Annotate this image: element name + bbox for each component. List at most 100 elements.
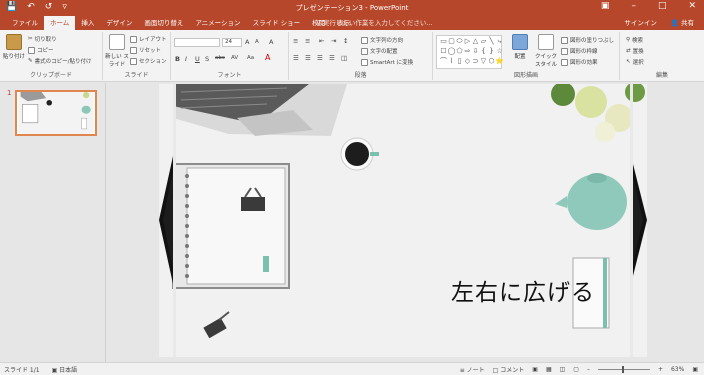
zoom-out-button[interactable]: – bbox=[587, 366, 590, 373]
language-indicator[interactable]: ▣ 日本語 bbox=[52, 365, 78, 374]
shrink-font-button[interactable]: A bbox=[255, 39, 259, 45]
arrange-button[interactable]: 配置 bbox=[509, 34, 531, 60]
tab-4[interactable]: 画面切り替え bbox=[138, 16, 189, 30]
share-button[interactable]: 👤 共有 bbox=[671, 16, 694, 30]
section-label: セクション bbox=[139, 59, 167, 65]
tab-0[interactable]: ファイル bbox=[6, 16, 44, 30]
font-color-button[interactable]: A bbox=[265, 53, 270, 62]
shadow-button[interactable]: S bbox=[205, 55, 209, 63]
shape-fill-button[interactable]: 図形の塗りつぶし bbox=[561, 36, 614, 44]
layout-label: レイアウト bbox=[139, 37, 167, 43]
slide-title-text[interactable]: 左右に広げる bbox=[451, 273, 595, 307]
align-right-icon[interactable]: ☰ bbox=[317, 54, 323, 62]
signin-link[interactable]: サインイン bbox=[624, 16, 657, 30]
align-left-icon[interactable]: ☰ bbox=[293, 54, 299, 62]
smartart-button[interactable]: SmartArt に変換 bbox=[361, 58, 413, 66]
clipboard-group-label: クリップボード bbox=[29, 72, 72, 79]
status-bar: スライド 1/1 ▣ 日本語 ≡ ノート □ コメント ▣ ▦ ◫ ▢ – + … bbox=[0, 362, 704, 375]
zoom-slider[interactable] bbox=[597, 366, 650, 373]
line-spacing-icon[interactable]: ↕ bbox=[343, 37, 348, 45]
slide-thumbnail[interactable] bbox=[15, 90, 97, 136]
text-direction-button[interactable]: 文字列の方向 bbox=[361, 36, 403, 44]
paste-button[interactable]: 貼り付け bbox=[2, 34, 26, 60]
cut-button[interactable]: ✂ 切り取り bbox=[28, 35, 57, 43]
vertical-scrollbar[interactable] bbox=[696, 83, 704, 362]
find-button[interactable]: ⚲ 検索 bbox=[626, 36, 643, 44]
slide-sorter-icon[interactable]: ▦ bbox=[546, 366, 552, 373]
paste-icon bbox=[6, 34, 22, 50]
font-group-label: フォント bbox=[217, 72, 242, 79]
title-bar: 💾 ↶ ↺ ▿ プレゼンテーション3 - PowerPoint ▣ – □ ✕ bbox=[0, 0, 704, 16]
fit-to-window-icon[interactable]: ▣ bbox=[692, 366, 698, 373]
reset-button[interactable]: リセット bbox=[130, 46, 161, 54]
shapes-gallery[interactable]: ▭ ▢ ⬭ ▷ △ ▱ ╲ ⤷ ☐ ◯ ⬠ ⇨ ⇩{} ☆ ⌒ ⌇ ▯ ◇ ⊃ ▽ ⬡ ⭐ bbox=[436, 35, 504, 69]
layout-button[interactable]: レイアウト bbox=[130, 35, 167, 43]
ribbon-display-icon[interactable]: ▣ bbox=[601, 1, 610, 11]
tab-6[interactable]: スライド ショー bbox=[247, 16, 307, 30]
tell-me-box[interactable]: ♀ 実行したい作業を入力してください... bbox=[316, 16, 433, 30]
bullets-icon[interactable]: ≡ bbox=[293, 37, 298, 45]
reset-label: リセット bbox=[139, 48, 162, 54]
align-text-button[interactable]: 文字の配置 bbox=[361, 47, 398, 55]
decrease-indent-icon[interactable]: ⇤ bbox=[319, 37, 324, 45]
reading-view-icon[interactable]: ◫ bbox=[560, 366, 566, 373]
brush-icon: ✎ bbox=[28, 58, 33, 64]
replace-icon: ⇄ bbox=[626, 48, 631, 54]
columns-icon[interactable]: ◫ bbox=[341, 54, 347, 62]
spellcheck-icon: ▣ bbox=[51, 367, 58, 374]
section-icon bbox=[130, 57, 137, 65]
tab-1[interactable]: ホーム bbox=[44, 16, 76, 30]
italic-button[interactable]: I bbox=[185, 55, 187, 63]
quick-styles-button[interactable]: クイック スタイル bbox=[533, 34, 559, 68]
cut-label: 切り取り bbox=[34, 37, 57, 43]
slide-editing-area: 左右に広げる bbox=[107, 83, 704, 362]
account-area: サインイン 👤 共有 bbox=[624, 16, 694, 30]
arrange-label: 配置 bbox=[514, 54, 526, 60]
shape-option-icon[interactable]: ⤷ bbox=[495, 37, 504, 46]
increase-indent-icon[interactable]: ⇥ bbox=[331, 37, 336, 45]
paste-label: 貼り付け bbox=[2, 54, 25, 60]
minimize-button[interactable]: – bbox=[631, 1, 636, 11]
zoom-level[interactable]: 63% bbox=[671, 366, 684, 373]
slide-canvas[interactable]: 左右に広げる bbox=[159, 84, 647, 357]
close-button[interactable]: ✕ bbox=[688, 1, 696, 11]
change-case-button[interactable]: Aa bbox=[247, 55, 254, 61]
tab-2[interactable]: 挿入 bbox=[75, 16, 100, 30]
normal-view-icon[interactable]: ▣ bbox=[532, 366, 538, 373]
shape-option-icon[interactable]: ⭐ bbox=[495, 57, 504, 66]
copy-icon bbox=[28, 46, 35, 54]
tab-5[interactable]: アニメーション bbox=[189, 16, 246, 30]
share-label: 共有 bbox=[681, 19, 694, 27]
format-painter-button[interactable]: ✎ 書式のコピー/貼り付け bbox=[28, 57, 91, 65]
select-button[interactable]: ↖ 選択 bbox=[626, 58, 644, 66]
comments-button[interactable]: □ コメント bbox=[493, 365, 525, 374]
char-spacing-button[interactable]: AV bbox=[231, 55, 238, 61]
new-slide-button[interactable]: 新しい スライド bbox=[105, 34, 129, 68]
shape-effects-button[interactable]: 図形の効果 bbox=[561, 58, 598, 66]
underline-button[interactable]: U bbox=[195, 55, 200, 63]
slideshow-icon[interactable]: ▢ bbox=[573, 366, 579, 373]
bold-button[interactable]: B bbox=[175, 55, 180, 63]
justify-icon[interactable]: ☰ bbox=[329, 54, 335, 62]
zoom-slider-thumb[interactable] bbox=[621, 366, 624, 373]
section-button[interactable]: セクション bbox=[130, 57, 167, 65]
replace-button[interactable]: ⇄ 置換 bbox=[626, 47, 644, 55]
ribbon: 貼り付け ✂ 切り取り コピー ✎ 書式のコピー/貼り付け クリップボード 新しい … bbox=[0, 30, 704, 82]
font-size-combo[interactable]: 24 bbox=[222, 38, 242, 47]
clear-format-button[interactable]: A bbox=[269, 38, 273, 46]
copy-button[interactable]: コピー bbox=[28, 46, 54, 54]
font-name-combo[interactable] bbox=[174, 38, 220, 47]
shape-option-icon[interactable]: ☆ bbox=[495, 47, 504, 56]
align-center-icon[interactable]: ☰ bbox=[305, 54, 311, 62]
maximize-button[interactable]: □ bbox=[658, 1, 667, 11]
text-direction-label: 文字列の方向 bbox=[370, 38, 404, 44]
quick-styles-label: クイック スタイル bbox=[534, 54, 557, 68]
grow-font-button[interactable]: A bbox=[245, 38, 249, 46]
zoom-in-button[interactable]: + bbox=[658, 366, 663, 373]
notes-button[interactable]: ≡ ノート bbox=[460, 365, 485, 374]
strike-button[interactable]: abc bbox=[215, 55, 225, 61]
shape-outline-button[interactable]: 図形の枠線 bbox=[561, 47, 598, 55]
paint-bucket-icon bbox=[561, 36, 568, 44]
numbering-icon[interactable]: ≡ bbox=[305, 37, 310, 45]
tab-3[interactable]: デザイン bbox=[100, 16, 138, 30]
